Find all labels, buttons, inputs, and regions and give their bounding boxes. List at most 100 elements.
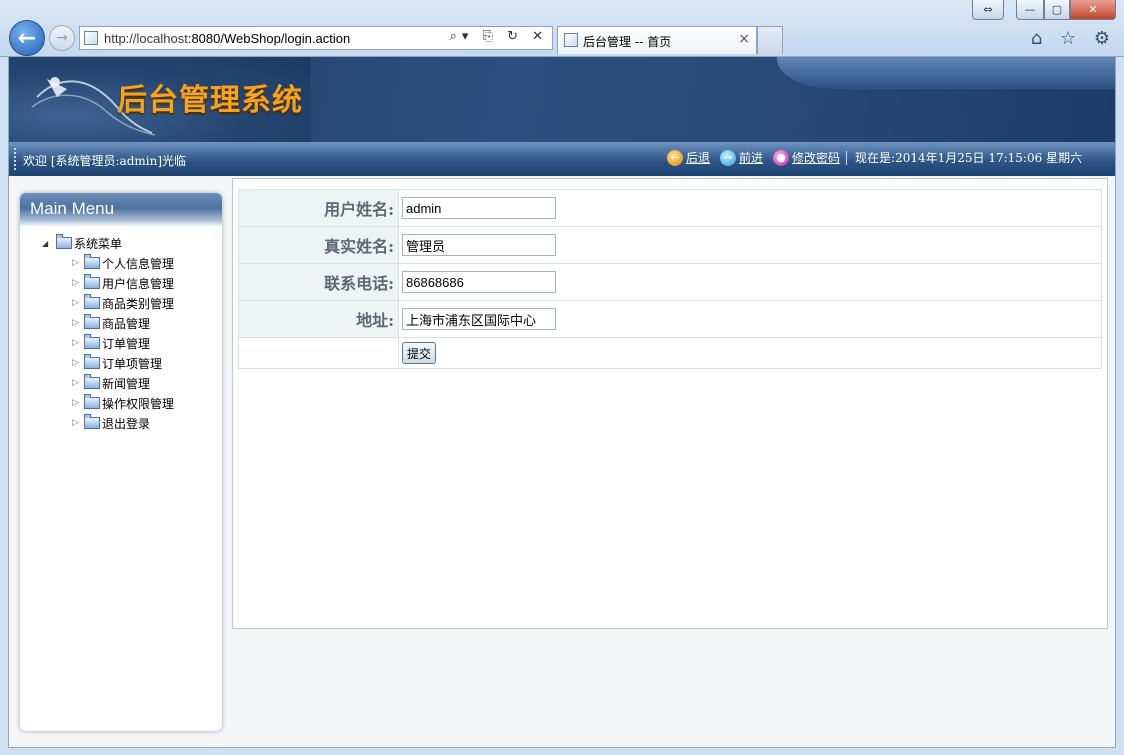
web-page: 后台管理系统 欢迎 [系统管理员:admin]光临 ← 后退 → 前进 ● 修改… <box>8 56 1116 748</box>
collapsed-arrow-icon: ▷ <box>72 278 79 288</box>
username-cell <box>398 189 1102 227</box>
menu-item-user-info[interactable]: ▷ 用户信息管理 <box>42 273 174 293</box>
menu-item-label: 订单管理 <box>102 336 151 351</box>
menu-item-permissions[interactable]: ▷ 操作权限管理 <box>42 393 174 413</box>
tab-close-icon[interactable]: × <box>738 31 750 47</box>
menu-item-label: 商品管理 <box>102 316 151 331</box>
folder-icon <box>84 414 100 429</box>
tree-root-label: 系统菜单 <box>74 236 123 251</box>
folder-icon <box>84 274 100 289</box>
collapsed-arrow-icon: ▷ <box>72 358 79 368</box>
welcome-text: 欢迎 [系统管理员:admin]光临 <box>23 154 187 168</box>
browser-chrome: ⇔ — ▢ ✕ ← → http://localhost:8080/WebSho… <box>0 0 1124 57</box>
submit-cell: 提交 <box>398 337 1102 369</box>
sidebar-title: Main Menu <box>30 199 115 218</box>
phone-label: 联系电话: <box>238 263 399 301</box>
menu-tree: ◢ 系统菜单 ▷ 个人信息管理 ▷ 用户信息管理 ▷ 商品类别管理 ▷ 商品管理… <box>42 233 174 433</box>
user-info-form: 用户姓名: 真实姓名: 联系电话: 地址: 提交 <box>238 189 1102 369</box>
header-links: ← 后退 → 前进 ● 修改密码 现在是:2014年1月25日 17:15:06… <box>667 149 1082 166</box>
menu-item-label: 退出登录 <box>102 416 151 431</box>
forward-arrow-icon[interactable]: → <box>49 25 75 51</box>
menu-item-personal-info[interactable]: ▷ 个人信息管理 <box>42 253 174 273</box>
menu-item-order-items[interactable]: ▷ 订单项管理 <box>42 353 174 373</box>
menu-item-label: 个人信息管理 <box>102 256 175 271</box>
toolbar-icons[interactable]: ⌂ ☆ ⚙ <box>1031 28 1116 49</box>
current-time: 现在是:2014年1月25日 17:15:06 星期六 <box>855 151 1083 165</box>
realname-cell <box>398 226 1102 264</box>
collapsed-arrow-icon: ▷ <box>72 258 79 268</box>
expand-arrow-icon[interactable]: ◢ <box>42 239 56 248</box>
menu-item-orders[interactable]: ▷ 订单管理 <box>42 333 174 353</box>
menu-item-news[interactable]: ▷ 新闻管理 <box>42 373 174 393</box>
header-banner: 后台管理系统 <box>9 57 1115 142</box>
back-icon: ← <box>667 149 683 166</box>
folder-icon <box>56 234 72 249</box>
address-label: 地址: <box>238 300 399 338</box>
menu-item-category[interactable]: ▷ 商品类别管理 <box>42 293 174 313</box>
username-input[interactable] <box>402 197 556 219</box>
folder-icon <box>84 254 100 269</box>
collapsed-arrow-icon: ▷ <box>72 378 79 388</box>
divider <box>846 150 848 165</box>
collapsed-arrow-icon: ▷ <box>72 318 79 328</box>
maximize-button[interactable]: ▢ <box>1044 0 1070 20</box>
folder-icon <box>84 294 100 309</box>
folder-icon <box>84 374 100 389</box>
minimize-button[interactable]: — <box>1016 0 1044 20</box>
realname-input[interactable] <box>402 234 556 256</box>
menu-item-label: 操作权限管理 <box>102 396 175 411</box>
info-bar: 欢迎 [系统管理员:admin]光临 ← 后退 → 前进 ● 修改密码 现在是:… <box>9 142 1115 176</box>
form-row-submit: 提交 <box>238 337 1102 369</box>
back-link[interactable]: 后退 <box>686 149 710 166</box>
new-tab-button[interactable] <box>757 26 783 54</box>
close-button[interactable]: ✕ <box>1070 0 1116 20</box>
address-controls[interactable]: ⌕▾ ⎘ ↻ ✕ <box>450 29 548 44</box>
menu-item-label: 商品类别管理 <box>102 296 175 311</box>
folder-icon <box>84 394 100 409</box>
realname-label: 真实姓名: <box>238 226 399 264</box>
menu-item-label: 新闻管理 <box>102 376 151 391</box>
content-panel: 用户姓名: 真实姓名: 联系电话: 地址: 提交 <box>232 178 1108 629</box>
menu-item-label: 用户信息管理 <box>102 276 175 291</box>
folder-icon <box>84 354 100 369</box>
system-title: 后台管理系统 <box>117 83 303 118</box>
form-row-realname: 真实姓名: <box>238 226 1102 264</box>
phone-cell <box>398 263 1102 301</box>
page-favicon <box>84 31 98 45</box>
collapsed-arrow-icon: ▷ <box>72 298 79 308</box>
sidebar: Main Menu ◢ 系统菜单 ▷ 个人信息管理 ▷ 用户信息管理 ▷ 商品类… <box>20 193 222 731</box>
menu-item-products[interactable]: ▷ 商品管理 <box>42 313 174 333</box>
form-row-username: 用户姓名: <box>238 189 1102 227</box>
forward-link[interactable]: 前进 <box>739 149 763 166</box>
address-url: http://localhost:8080/WebShop/login.acti… <box>104 31 350 46</box>
url-path: :8080/WebShop/login.action <box>187 31 351 46</box>
submit-button[interactable]: 提交 <box>402 342 437 364</box>
collapsed-arrow-icon: ▷ <box>72 418 79 428</box>
empty-cell <box>238 337 399 369</box>
forward-icon: → <box>720 149 737 166</box>
menu-item-logout[interactable]: ▷ 退出登录 <box>42 413 174 433</box>
address-cell <box>398 300 1102 338</box>
sidebar-header: Main Menu <box>20 193 222 227</box>
phone-input[interactable] <box>402 271 556 293</box>
collapsed-arrow-icon: ▷ <box>72 338 79 348</box>
window-controls: ⇔ — ▢ ✕ <box>972 0 1116 20</box>
tree-root[interactable]: ◢ 系统菜单 <box>42 233 174 253</box>
username-label: 用户姓名: <box>238 189 399 227</box>
change-password-link[interactable]: 修改密码 <box>792 149 840 166</box>
form-row-address: 地址: <box>238 300 1102 338</box>
info-bar-grip <box>14 148 18 170</box>
restore-icon[interactable]: ⇔ <box>972 0 1004 20</box>
form-row-phone: 联系电话: <box>238 263 1102 301</box>
collapsed-arrow-icon: ▷ <box>72 398 79 408</box>
url-host: http://localhost <box>104 31 188 46</box>
address-input[interactable] <box>402 308 556 330</box>
folder-icon <box>84 314 100 329</box>
banner-gloss <box>777 57 1115 89</box>
folder-icon <box>84 334 100 349</box>
lock-icon: ● <box>773 149 790 166</box>
menu-item-label: 订单项管理 <box>102 356 163 371</box>
back-arrow-icon[interactable]: ← <box>9 20 45 56</box>
address-bar[interactable]: http://localhost:8080/WebShop/login.acti… <box>79 26 553 50</box>
browser-tab[interactable]: 后台管理 -- 首页 × <box>557 26 757 54</box>
